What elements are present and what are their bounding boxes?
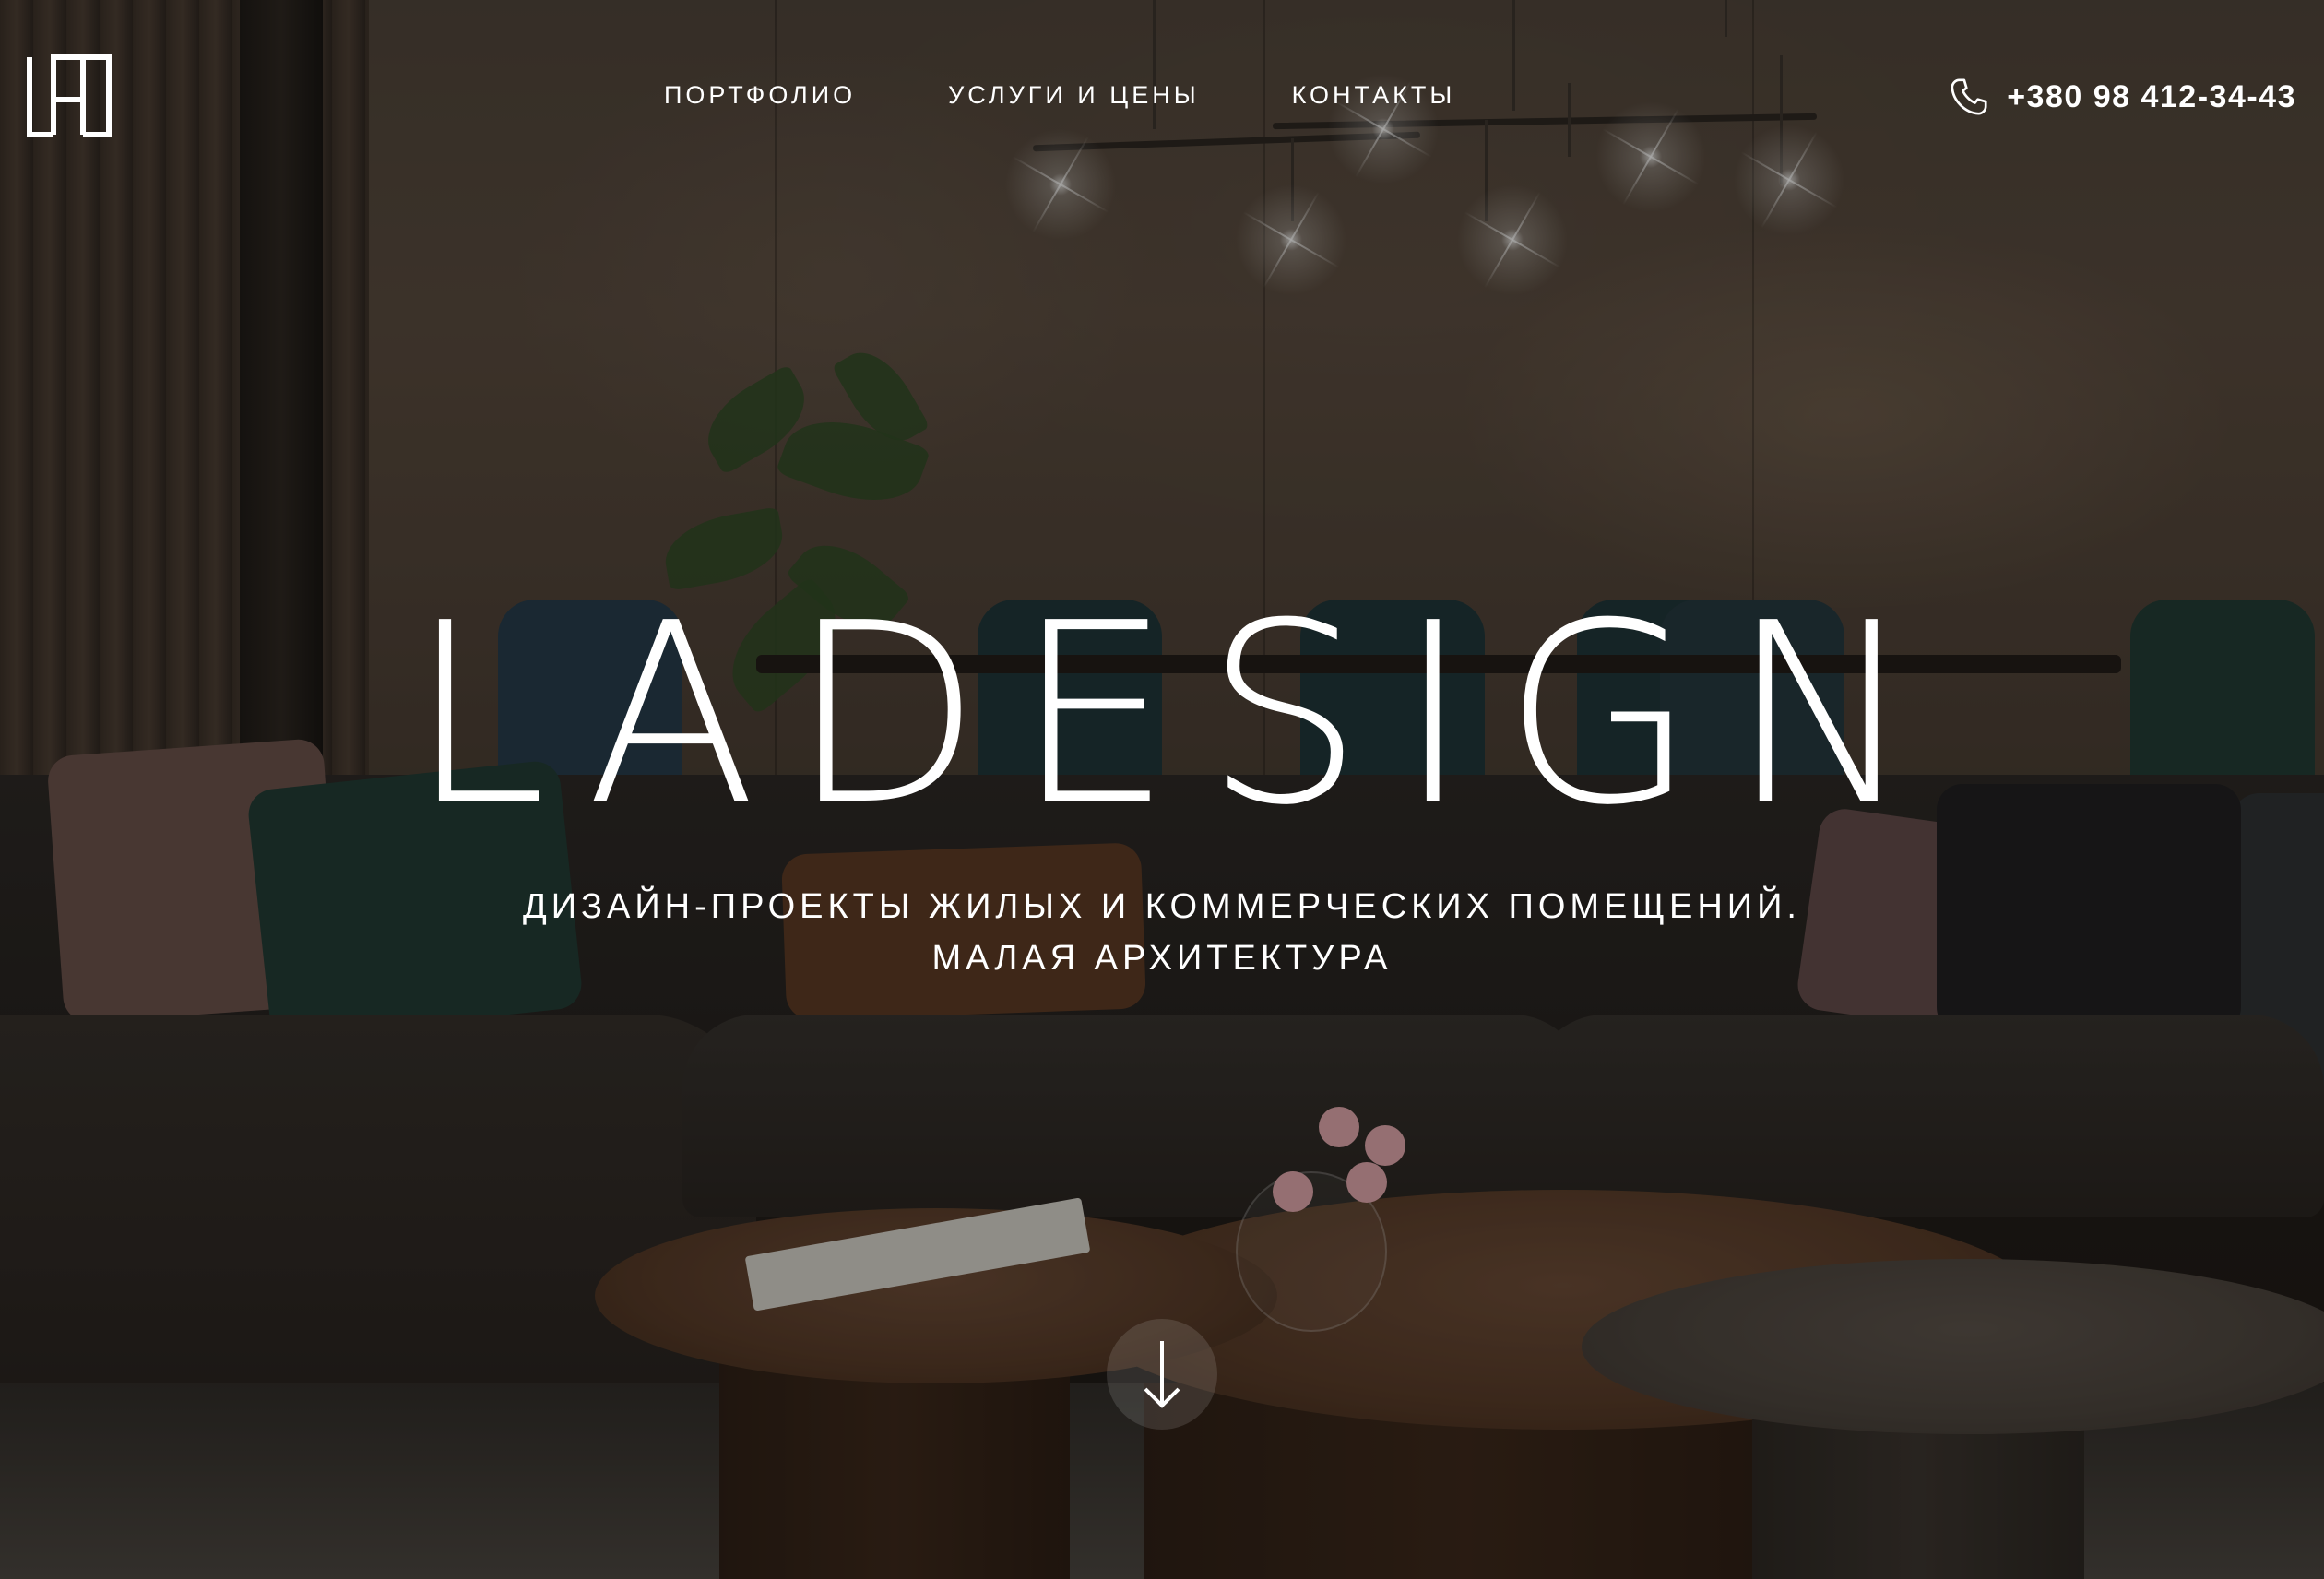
nav-item-services[interactable]: УСЛУГИ И ЦЕНЫ	[948, 81, 1199, 110]
hero-subtitle-line2: МАЛАЯ АРХИТЕКТУРА	[931, 939, 1393, 978]
hero-subtitle-line1: ДИЗАЙН-ПРОЕКТЫ ЖИЛЫХ И КОММЕРЧЕСКИХ ПОМЕ…	[523, 887, 1801, 926]
phone-icon	[1951, 78, 1987, 115]
nav-item-portfolio[interactable]: ПОРТФОЛИО	[664, 81, 856, 110]
phone-number: +380 98 412-34-43	[2007, 78, 2296, 114]
logo-mark-icon	[27, 54, 112, 137]
hero-title: LADESIGN	[408, 569, 1950, 860]
main-nav: ПОРТФОЛИО УСЛУГИ И ЦЕНЫ КОНТАКТЫ	[664, 81, 1547, 110]
scroll-down-button[interactable]	[1107, 1319, 1217, 1430]
arrow-down-icon	[1144, 1341, 1180, 1408]
logo[interactable]	[26, 53, 113, 138]
nav-item-contacts[interactable]: КОНТАКТЫ	[1292, 81, 1456, 110]
hero-section: ПОРТФОЛИО УСЛУГИ И ЦЕНЫ КОНТАКТЫ +380 98…	[0, 0, 2324, 1579]
phone-link[interactable]: +380 98 412-34-43	[1948, 76, 2296, 118]
